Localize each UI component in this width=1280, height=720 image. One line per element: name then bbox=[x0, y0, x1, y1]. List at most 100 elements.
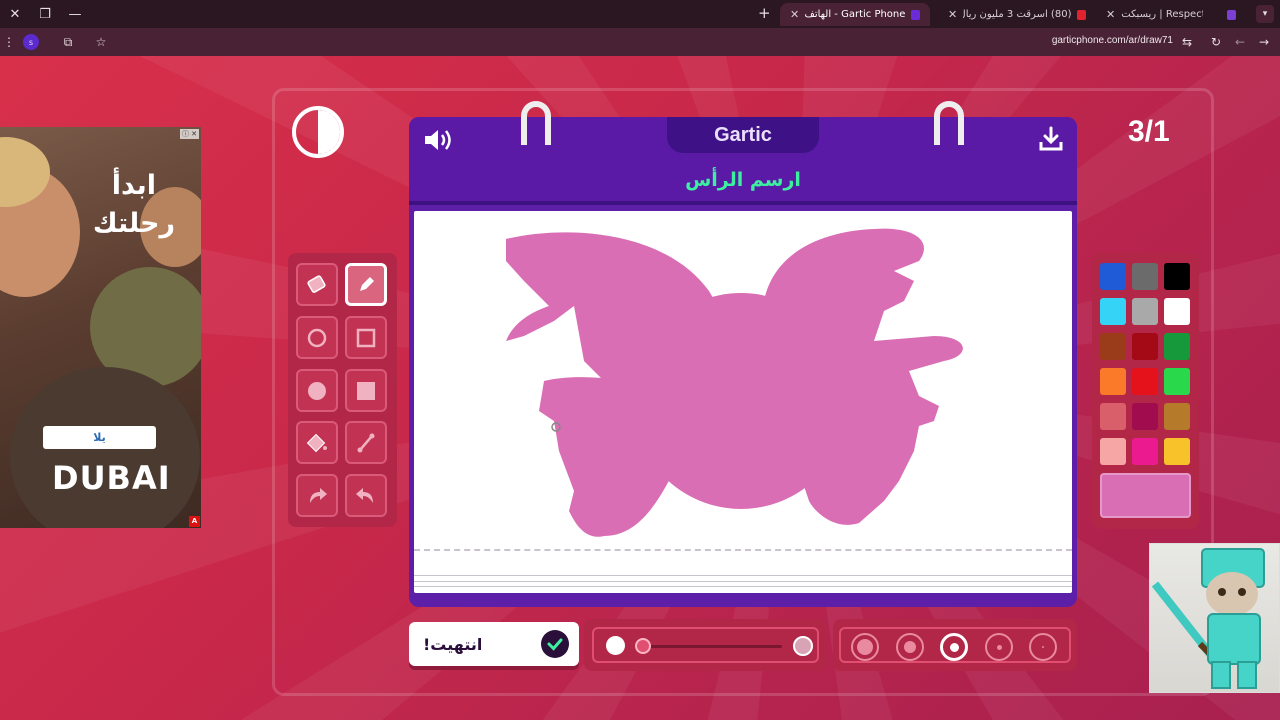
draw-prompt: ارسم الرأس bbox=[685, 169, 801, 191]
toolbox bbox=[288, 253, 397, 527]
color-swatch[interactable] bbox=[1132, 403, 1158, 430]
bookmark-star-icon[interactable]: ☆ bbox=[92, 33, 110, 51]
slider-handle[interactable] bbox=[635, 638, 651, 654]
bucket-tool[interactable] bbox=[296, 421, 338, 464]
color-swatch[interactable] bbox=[1132, 298, 1158, 325]
cat-in-armor-image bbox=[1151, 548, 1265, 689]
brush-size-xl[interactable] bbox=[851, 633, 879, 661]
gartic-logo: Gartic bbox=[667, 117, 819, 153]
extensions-puzzle-icon[interactable]: ⧉ bbox=[59, 33, 77, 51]
color-swatch[interactable] bbox=[1132, 333, 1158, 360]
download-icon[interactable] bbox=[1037, 125, 1065, 153]
color-swatch[interactable] bbox=[1164, 333, 1190, 360]
circle-fill-tool[interactable] bbox=[296, 369, 338, 412]
window-restore-icon[interactable]: ❐ bbox=[30, 0, 60, 28]
tab-search-menu-icon[interactable]: ▾ bbox=[1256, 5, 1274, 23]
advertisement[interactable]: ابدأ رحلتك يلا DUBAI ⓘ ✕ A bbox=[0, 127, 201, 528]
line-tool[interactable] bbox=[345, 421, 387, 464]
ad-headline: ابدأ رحلتك bbox=[92, 170, 175, 239]
circle-filled-icon bbox=[308, 381, 326, 400]
rect-fill-tool[interactable] bbox=[345, 369, 387, 412]
color-swatch[interactable] bbox=[1100, 438, 1126, 465]
tab-close-icon[interactable]: ✕ bbox=[1106, 8, 1115, 21]
tab-title: ريسبكت | Respect CFW bbox=[1121, 9, 1204, 20]
gartic-favicon-icon bbox=[911, 9, 920, 20]
new-tab-button[interactable]: + bbox=[758, 4, 771, 22]
window-close-icon[interactable]: ✕ bbox=[0, 0, 30, 28]
square-filled-icon bbox=[357, 381, 375, 400]
sound-icon[interactable] bbox=[423, 127, 457, 153]
done-label: انتهيت! bbox=[423, 634, 483, 654]
current-color-preview[interactable] bbox=[1100, 473, 1191, 518]
circle-outline-tool[interactable] bbox=[296, 316, 338, 359]
color-swatch[interactable] bbox=[1164, 403, 1190, 430]
brush-size-l[interactable] bbox=[896, 633, 924, 661]
canvas-dashed-line bbox=[414, 549, 1072, 551]
color-swatch[interactable] bbox=[1164, 298, 1190, 325]
ad-corner-mark: A bbox=[189, 516, 200, 527]
binder-ring bbox=[521, 101, 551, 145]
done-button[interactable]: انتهيت! bbox=[409, 622, 579, 666]
color-swatch[interactable] bbox=[1164, 263, 1190, 290]
color-swatch[interactable] bbox=[1100, 263, 1126, 290]
tab-title: (80) اسرقت 3 مليون ريال! | مفر... bbox=[963, 9, 1072, 20]
page-edge-line bbox=[414, 586, 1072, 587]
color-swatch[interactable] bbox=[1100, 333, 1126, 360]
url-field[interactable]: garticphone.com/ar/draw71 bbox=[1052, 35, 1173, 46]
menu-dots-icon[interactable]: ⋮ bbox=[0, 33, 18, 51]
brush-size-selector bbox=[839, 627, 1071, 663]
opacity-max-icon bbox=[793, 636, 813, 656]
tab-close-icon[interactable]: ✕ bbox=[790, 8, 799, 21]
color-swatch[interactable] bbox=[1132, 368, 1158, 395]
redo-icon bbox=[310, 487, 327, 503]
theme-toggle-icon[interactable] bbox=[292, 106, 344, 158]
tab-close-icon[interactable]: ✕ bbox=[948, 8, 957, 21]
brush-size-s[interactable] bbox=[985, 633, 1013, 661]
pencil-tool[interactable] bbox=[345, 263, 387, 306]
redo-tool[interactable] bbox=[296, 474, 338, 517]
color-swatch[interactable] bbox=[1100, 298, 1126, 325]
paint-bucket-icon bbox=[306, 433, 327, 452]
color-swatch[interactable] bbox=[1164, 438, 1190, 465]
eraser-tool[interactable] bbox=[296, 263, 338, 306]
site-settings-icon[interactable]: ⇆ bbox=[1178, 33, 1196, 51]
undo-tool[interactable] bbox=[345, 474, 387, 517]
eraser-icon bbox=[307, 274, 326, 293]
tab-youtube[interactable]: ✕ (80) اسرقت 3 مليون ريال! | مفر... bbox=[938, 3, 1096, 26]
drawing-canvas[interactable] bbox=[414, 211, 1072, 593]
brush-size-panel bbox=[833, 619, 1077, 671]
back-icon[interactable]: → bbox=[1255, 33, 1273, 51]
round-counter: 3/1 bbox=[1128, 115, 1170, 148]
ad-info-icon[interactable]: ⓘ ✕ bbox=[180, 129, 199, 139]
tab-respect[interactable]: ✕ ريسبكت | Respect CFW bbox=[1096, 3, 1246, 26]
drawing-strokes bbox=[506, 228, 963, 537]
color-swatch[interactable] bbox=[1100, 403, 1126, 430]
reload-icon[interactable]: ↻ bbox=[1207, 33, 1225, 51]
page-edge-line bbox=[414, 581, 1072, 582]
browser-tab-strip: ✕ ❐ — + ✕ Gartic Phone - الهاتف المكسور … bbox=[0, 0, 1280, 28]
address-bar: ⋮ s ⧉ ☆ garticphone.com/ar/draw71 ⇆ ↻ ← … bbox=[0, 28, 1280, 56]
webcam-overlay bbox=[1149, 543, 1280, 693]
tab-title: Gartic Phone - الهاتف المكسور bbox=[805, 9, 906, 20]
color-swatch[interactable] bbox=[1100, 368, 1126, 395]
extension-icon[interactable]: s bbox=[23, 34, 39, 50]
square-outline-icon bbox=[356, 328, 376, 347]
toggle-half bbox=[318, 110, 340, 154]
ad-brand-logo: DUBAI bbox=[52, 459, 171, 497]
rect-outline-tool[interactable] bbox=[345, 316, 387, 359]
color-swatch[interactable] bbox=[1164, 368, 1190, 395]
color-swatch[interactable] bbox=[1132, 263, 1158, 290]
brush-size-xs[interactable] bbox=[1029, 633, 1057, 661]
brush-size-m[interactable] bbox=[940, 633, 968, 661]
color-swatch[interactable] bbox=[1132, 438, 1158, 465]
ad-cta-button[interactable]: يلا bbox=[43, 426, 156, 449]
slider-track[interactable] bbox=[644, 645, 782, 648]
window-minimize-icon[interactable]: — bbox=[60, 0, 90, 28]
forward-icon[interactable]: ← bbox=[1231, 33, 1249, 51]
binder-ring bbox=[934, 101, 964, 145]
opacity-slider-panel bbox=[584, 619, 827, 671]
line-icon bbox=[357, 433, 375, 452]
opacity-slider[interactable] bbox=[592, 627, 819, 663]
circle-outline-icon bbox=[307, 328, 327, 347]
tab-gartic[interactable]: ✕ Gartic Phone - الهاتف المكسور bbox=[780, 3, 930, 26]
